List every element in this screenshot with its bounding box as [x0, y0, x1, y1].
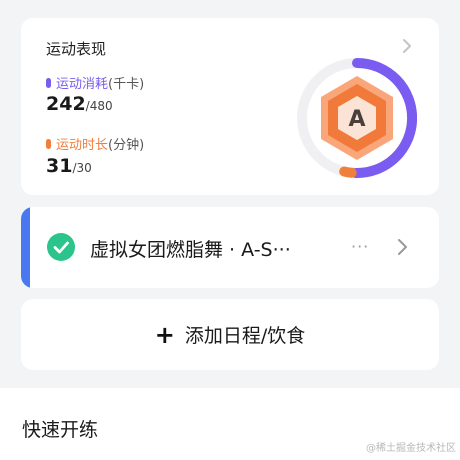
task-card[interactable]: 虚拟女团燃脂舞 · A-S··· ···	[21, 207, 439, 288]
sport-performance-card[interactable]: 运动表现 运动消耗 (千卡) 242/480 运动时长 (分钟) 31/30 A	[21, 18, 439, 195]
add-schedule-button[interactable]: + 添加日程/饮食	[21, 299, 439, 370]
duration-target: /30	[72, 161, 92, 175]
calories-current: 242	[46, 93, 86, 115]
chevron-right-icon[interactable]	[399, 36, 415, 56]
calories-label: 运动消耗 (千卡)	[46, 73, 144, 92]
duration-label-text: 运动时长	[56, 138, 109, 153]
performance-title: 运动表现	[46, 40, 107, 58]
quick-start-title: 快速开练	[22, 419, 99, 441]
calories-dot	[46, 77, 51, 88]
check-circle-icon[interactable]	[47, 233, 75, 261]
add-schedule-label: 添加日程/饮食	[184, 325, 306, 347]
calories-value: 242/480	[46, 93, 113, 115]
duration-dot	[46, 138, 51, 149]
duration-label: 运动时长 (分钟)	[46, 134, 144, 153]
calories-target: /480	[85, 99, 113, 113]
duration-current: 31	[46, 155, 73, 177]
duration-progress-arc	[339, 166, 357, 178]
performance-grade-badge: A	[297, 58, 417, 178]
quick-start-section: 快速开练 @稀土掘金技术社区	[0, 388, 460, 460]
watermark: @稀土掘金技术社区	[366, 443, 456, 454]
grade-letter: A	[348, 107, 365, 132]
chevron-right-icon[interactable]	[395, 235, 411, 259]
task-accent-bar	[21, 207, 30, 288]
task-title: 虚拟女团燃脂舞 · A-S···	[90, 239, 291, 261]
duration-unit: (分钟)	[108, 138, 145, 153]
duration-value: 31/30	[46, 155, 92, 177]
plus-icon: +	[154, 320, 175, 349]
calories-unit: (千卡)	[108, 77, 145, 92]
more-dots-icon[interactable]: ···	[351, 237, 369, 256]
calories-label-text: 运动消耗	[56, 77, 109, 92]
